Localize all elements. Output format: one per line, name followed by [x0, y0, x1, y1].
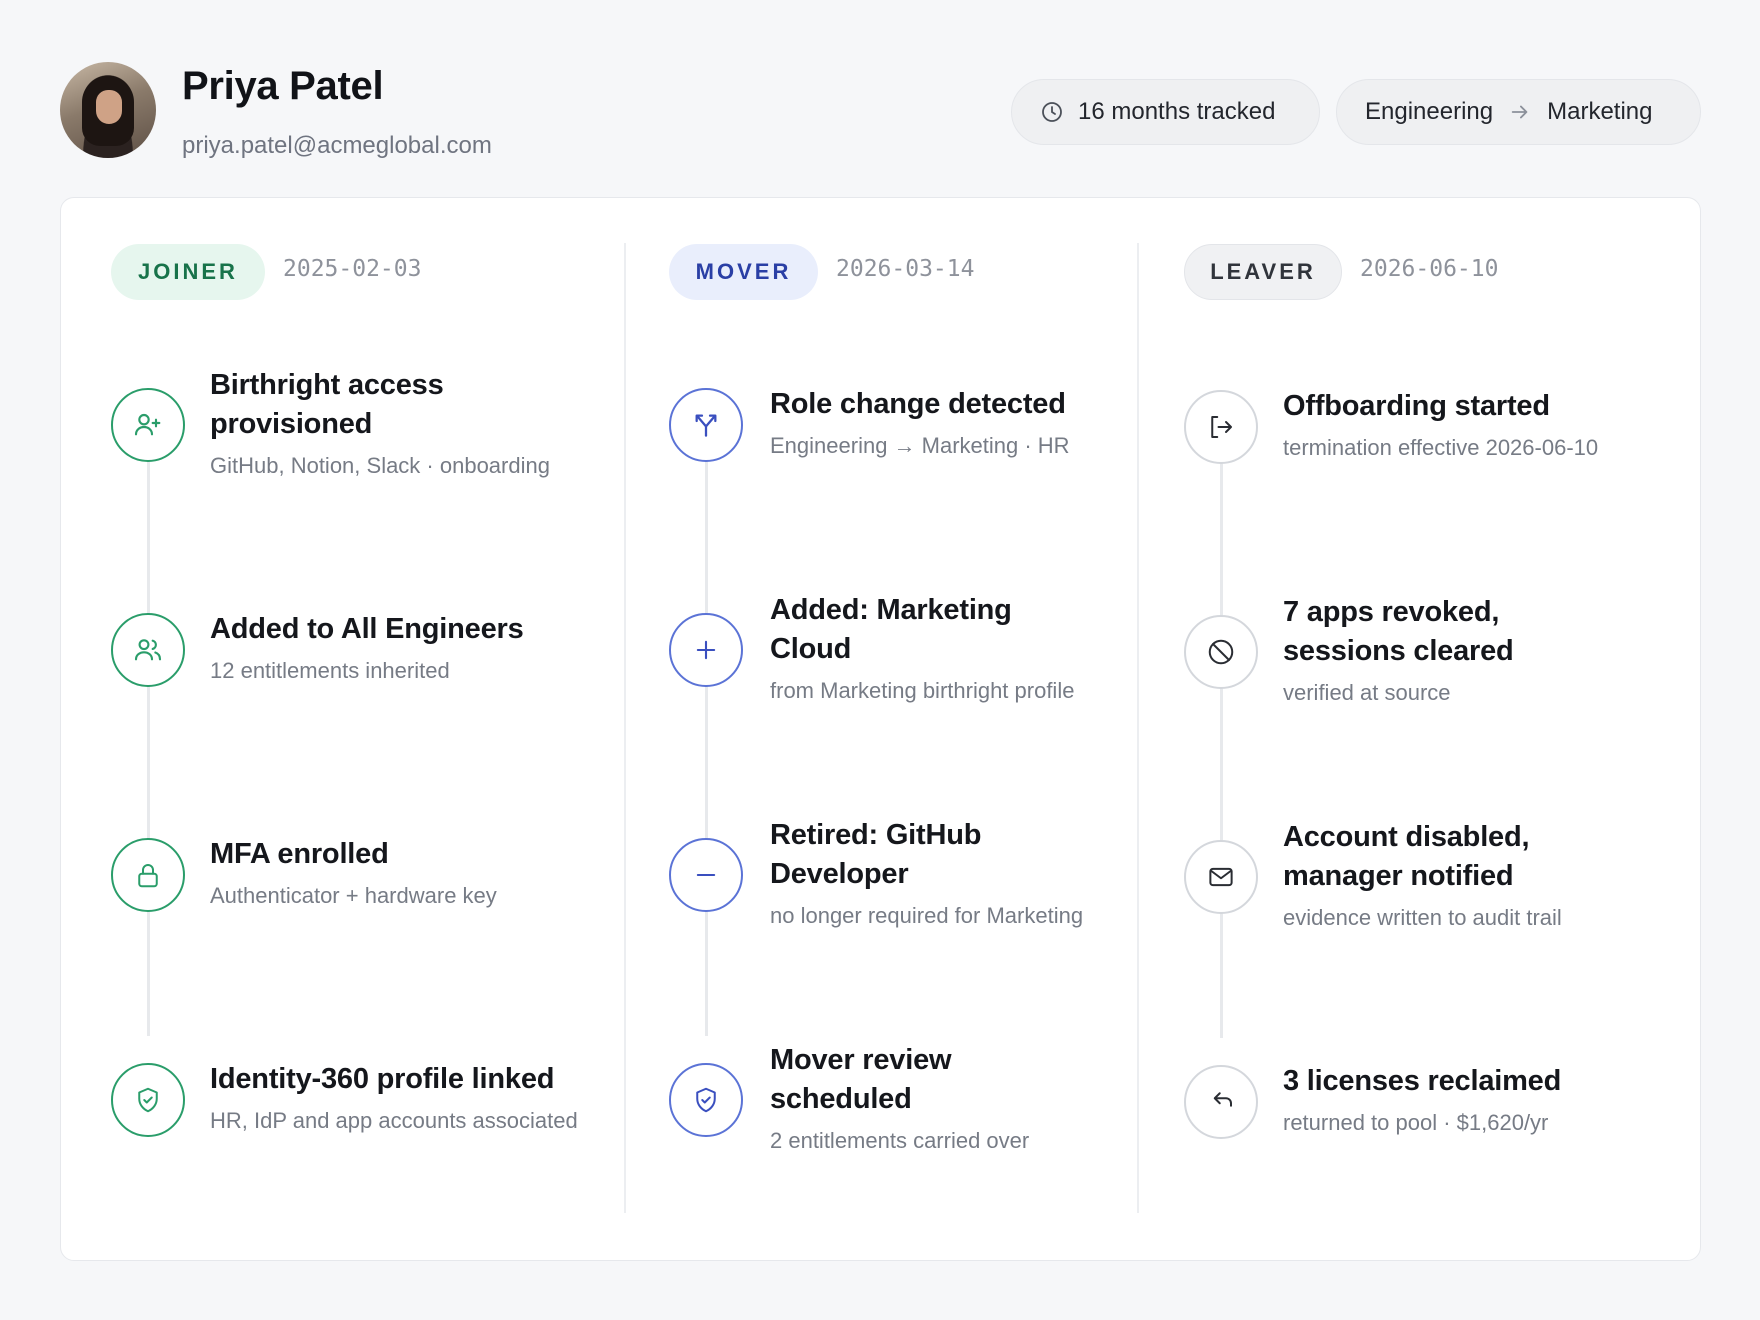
leaver-badge: LEAVER [1184, 244, 1342, 300]
plus-icon [669, 613, 743, 687]
event-title: Mover review scheduled [770, 1044, 952, 1115]
timeline-event: 7 apps revoked, sessions cleared verifie… [1283, 593, 1623, 706]
event-title: Identity-360 profile linked [210, 1063, 555, 1095]
lock-icon [111, 838, 185, 912]
event-subtitle: 12 entitlements inherited [210, 658, 450, 683]
leaver-column: LEAVER 2026-06-10 Offboarding started te… [1134, 198, 1700, 1260]
users-icon [111, 613, 185, 687]
event-subtitle: Authenticator + hardware key [210, 883, 497, 908]
tracked-duration-pill: 16 months tracked [1011, 79, 1320, 145]
event-subtitle: termination effective 2026-06-10 [1283, 435, 1599, 460]
timeline-rail [147, 434, 150, 1036]
profile-name: Priya Patel [182, 64, 384, 108]
event-subtitle: no longer required for Marketing [770, 903, 1084, 928]
logout-icon [1184, 390, 1258, 464]
event-title: Added to All Engineers [210, 613, 524, 645]
event-title: Account disabled, manager notified [1283, 821, 1530, 892]
clock-icon [1042, 102, 1062, 122]
minus-icon [669, 838, 743, 912]
event-title: Birthright access provisioned [210, 369, 444, 440]
timeline-event: MFA enrolled Authenticator + hardware ke… [210, 835, 550, 909]
event-title: Role change detected [770, 388, 1066, 420]
joiner-badge: JOINER [111, 244, 265, 300]
joiner-column: JOINER 2025-02-03 Birthright access prov… [61, 198, 621, 1260]
event-subtitle: Engineering → Marketing · HR [770, 433, 1070, 458]
joiner-date: 2025-02-03 [283, 256, 422, 282]
profile-email: priya.patel@acmeglobal.com [182, 132, 492, 159]
event-subtitle: evidence written to audit trail [1283, 905, 1562, 930]
user-plus-icon [111, 388, 185, 462]
event-title: Offboarding started [1283, 390, 1550, 422]
ban-icon [1184, 615, 1258, 689]
event-title: MFA enrolled [210, 838, 389, 870]
timeline-event: Birthright access provisioned GitHub, No… [210, 366, 550, 479]
lifecycle-timeline-card: JOINER 2025-02-03 Birthright access prov… [60, 197, 1701, 1261]
mover-column: MOVER 2026-03-14 Role change detected En… [620, 198, 1135, 1260]
shield-check-icon [111, 1063, 185, 1137]
event-subtitle: HR, IdP and app accounts associated [210, 1108, 578, 1133]
dept-to: Marketing [1547, 98, 1653, 125]
event-title: 3 licenses reclaimed [1283, 1065, 1562, 1097]
mover-date: 2026-03-14 [836, 256, 975, 282]
timeline-event: Retired: GitHub Developer no longer requ… [770, 816, 1110, 929]
profile-header: Priya Patel priya.patel@acmeglobal.com 1… [60, 62, 1701, 166]
timeline-event: Identity-360 profile linked HR, IdP and … [210, 1060, 578, 1134]
event-title: Added: Marketing Cloud [770, 594, 1012, 665]
event-subtitle: 2 entitlements carried over [770, 1128, 1030, 1153]
undo-icon [1184, 1065, 1258, 1139]
department-change-pill: Engineering Marketing [1336, 79, 1701, 145]
event-title: 7 apps revoked, sessions cleared [1283, 596, 1514, 667]
timeline-event: Added: Marketing Cloud from Marketing bi… [770, 591, 1110, 704]
timeline-event: Mover review scheduled 2 entitlements ca… [770, 1041, 1110, 1154]
timeline-event: Account disabled, manager notified evide… [1283, 818, 1623, 931]
timeline-event: 3 licenses reclaimed returned to pool · … [1283, 1062, 1623, 1136]
event-title: Retired: GitHub Developer [770, 819, 982, 890]
timeline-event: Role change detected Engineering → Marke… [770, 385, 1110, 459]
timeline-rail [1220, 436, 1223, 1038]
event-subtitle: GitHub, Notion, Slack · onboarding [210, 453, 550, 478]
split-arrows-icon [669, 388, 743, 462]
leaver-date: 2026-06-10 [1360, 256, 1499, 282]
timeline-event: Added to All Engineers 12 entitlements i… [210, 610, 550, 684]
event-subtitle: from Marketing birthright profile [770, 678, 1075, 703]
arrow-right-icon [1509, 101, 1531, 123]
event-subtitle: returned to pool · $1,620/yr [1283, 1110, 1549, 1135]
avatar [60, 62, 156, 158]
event-subtitle: verified at source [1283, 680, 1451, 705]
timeline-event: Offboarding started termination effectiv… [1283, 387, 1623, 461]
dept-from: Engineering [1365, 98, 1494, 125]
shield-check-icon [669, 1063, 743, 1137]
mail-icon [1184, 840, 1258, 914]
timeline-rail [705, 434, 708, 1036]
tracked-duration-label: 16 months tracked [1078, 98, 1276, 125]
mover-badge: MOVER [669, 244, 818, 300]
